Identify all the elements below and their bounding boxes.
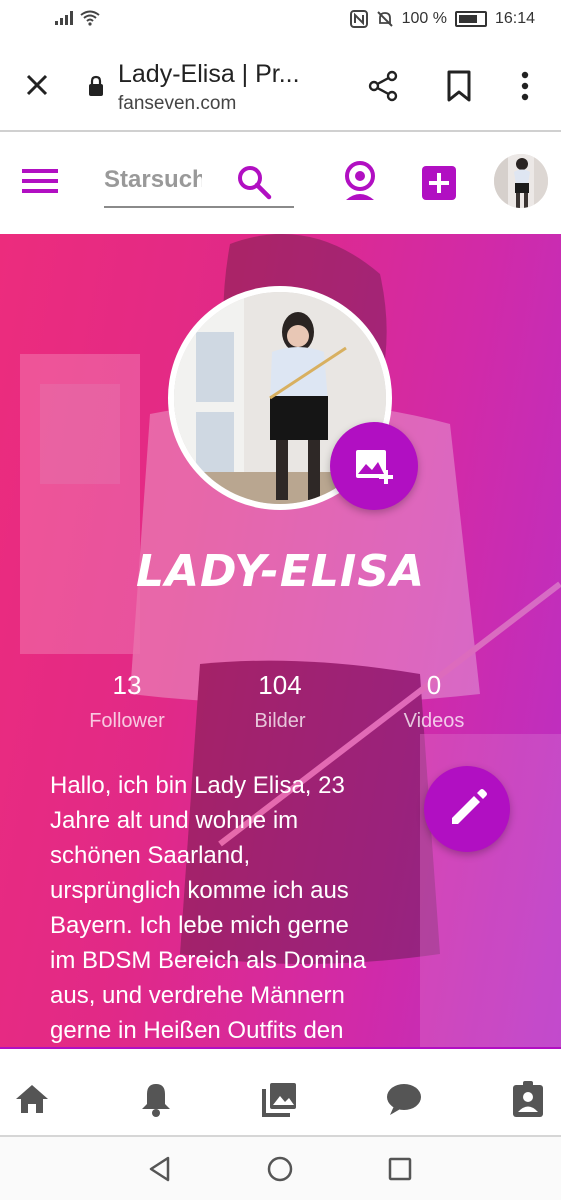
signal-icon bbox=[55, 11, 73, 25]
stat-value: 104 bbox=[258, 670, 302, 700]
bookmark-icon[interactable] bbox=[444, 69, 474, 103]
add-box-icon bbox=[429, 173, 449, 193]
photo-library-icon[interactable] bbox=[260, 1079, 300, 1119]
avatar-image bbox=[494, 154, 548, 208]
search-input[interactable] bbox=[104, 164, 202, 196]
stat-images[interactable]: 104 Bilder bbox=[205, 670, 355, 733]
stat-label: Bilder bbox=[254, 710, 306, 732]
edit-profile-button[interactable] bbox=[424, 766, 510, 852]
hamburger-menu-icon[interactable] bbox=[22, 166, 58, 196]
browser-toolbar: Lady-Elisa | Pr... fanseven.com bbox=[0, 42, 561, 132]
bell-icon[interactable] bbox=[136, 1079, 176, 1119]
bio-line: gerne in Heißen Outfits den bbox=[50, 1017, 344, 1044]
assignment-ind-icon[interactable] bbox=[508, 1079, 548, 1119]
lock-icon bbox=[89, 75, 103, 96]
bio-line: ursprünglich komme ich aus bbox=[50, 877, 349, 904]
mute-icon bbox=[376, 11, 393, 27]
avatar[interactable] bbox=[494, 154, 548, 208]
stat-followers[interactable]: 13 Follower bbox=[52, 670, 202, 733]
nfc-icon bbox=[349, 10, 368, 28]
add-button[interactable] bbox=[422, 166, 456, 200]
bottom-navigation bbox=[0, 1049, 561, 1137]
stat-videos[interactable]: 0 Videos bbox=[359, 670, 509, 733]
battery-percent: 100 % bbox=[401, 10, 447, 27]
back-icon[interactable] bbox=[146, 1155, 174, 1183]
bio-line: schönen Saarland, bbox=[50, 842, 251, 869]
page-url[interactable]: fanseven.com bbox=[118, 93, 236, 115]
search-icon[interactable] bbox=[236, 164, 272, 200]
clock: 16:14 bbox=[494, 10, 535, 27]
page-title[interactable]: Lady-Elisa | Pr... bbox=[118, 60, 300, 89]
stat-value: 13 bbox=[112, 670, 142, 700]
battery-icon bbox=[454, 11, 487, 27]
add-photo-icon bbox=[356, 450, 393, 484]
chat-icon[interactable] bbox=[384, 1079, 424, 1119]
stat-value: 0 bbox=[426, 670, 442, 700]
profile-bio: Hallo, ich bin Lady Elisa, 23 Jahre alt … bbox=[50, 768, 410, 1048]
bio-line: im BDSM Bereich als Domina bbox=[50, 947, 367, 974]
search-box bbox=[104, 158, 294, 208]
webcam-icon[interactable] bbox=[342, 160, 378, 202]
status-right: 100 % 16:14 bbox=[349, 10, 535, 28]
app-header bbox=[0, 132, 561, 234]
profile-name: LADY-ELISA bbox=[135, 546, 426, 597]
wifi-icon bbox=[80, 10, 100, 26]
status-left bbox=[54, 10, 100, 26]
stat-label: Videos bbox=[403, 710, 465, 732]
bio-line: Jahre alt und wohne im bbox=[50, 807, 299, 834]
change-photo-button[interactable] bbox=[330, 422, 418, 510]
system-navigation bbox=[0, 1137, 561, 1200]
recents-icon[interactable] bbox=[386, 1155, 414, 1183]
profile-hero: LADY-ELISA 13 Follower 104 Bilder 0 Vide… bbox=[0, 234, 561, 1049]
bio-line: aus, und verdrehe Männern bbox=[50, 982, 345, 1009]
home-icon[interactable] bbox=[12, 1079, 52, 1119]
pencil-icon bbox=[452, 789, 487, 824]
more-vert-icon[interactable] bbox=[512, 69, 538, 103]
bio-line: Bayern. Ich lebe mich gerne bbox=[50, 912, 349, 939]
home-circle-icon[interactable] bbox=[266, 1155, 294, 1183]
status-bar: 100 % 16:14 bbox=[0, 0, 561, 42]
stat-label: Follower bbox=[89, 710, 165, 732]
share-icon[interactable] bbox=[366, 69, 400, 103]
close-icon[interactable] bbox=[22, 70, 52, 100]
bio-line: Hallo, ich bin Lady Elisa, 23 bbox=[50, 772, 345, 799]
